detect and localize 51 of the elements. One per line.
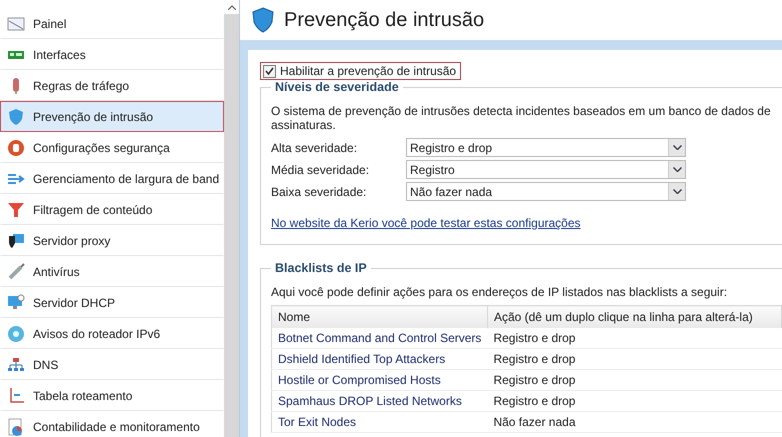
blacklist-name: Dshield Identified Top Attackers bbox=[272, 348, 488, 370]
network-icon bbox=[7, 356, 25, 374]
blacklist-name: Tor Exit Nodes bbox=[272, 412, 488, 432]
checkbox-label[interactable]: Habilitar a prevenção de intrusão bbox=[280, 64, 456, 78]
sidebar-item[interactable]: Antivírus bbox=[0, 256, 224, 287]
sidebar-item[interactable]: Filtragem de conteúdo bbox=[0, 194, 224, 225]
sidebar-item[interactable]: Interfaces bbox=[0, 39, 224, 70]
action-cell: Registro e drop bbox=[487, 390, 782, 412]
chart-icon bbox=[7, 14, 25, 32]
checkbox[interactable] bbox=[263, 64, 276, 78]
action-cell: Registro e drop bbox=[487, 348, 782, 370]
caret-icon[interactable] bbox=[672, 189, 682, 194]
circle-icon bbox=[7, 324, 25, 342]
checkmark-icon bbox=[265, 66, 274, 76]
description-text: O sistema de prevenção de intrusões detecta incidentes baseados em um banco de dados de assinaturas. bbox=[271, 104, 772, 132]
shield-icon bbox=[252, 7, 274, 33]
dropdown[interactable]: Não fazer nada bbox=[406, 182, 686, 201]
sidebar-item[interactable]: Prevenção de intrusão bbox=[0, 101, 224, 132]
shield-monitor-icon bbox=[7, 232, 25, 250]
page-title: Prevenção de intrusão bbox=[284, 8, 484, 32]
group-title: Blacklists de IP bbox=[274, 261, 368, 275]
dropdown[interactable]: Registro bbox=[406, 160, 686, 179]
description-text: Aqui você pode definir ações para os endereços de IP listados nas blacklists a seguir: bbox=[271, 285, 728, 299]
sidebar-item[interactable]: Avisos do roteador IPv6 bbox=[0, 318, 224, 349]
sidebar-item[interactable]: Painel bbox=[0, 8, 224, 39]
blacklist-name: Botnet Command and Control Servers bbox=[272, 328, 488, 348]
column-header[interactable]: Nome bbox=[272, 306, 488, 328]
dropdown[interactable]: Registro e drop bbox=[406, 138, 686, 157]
sidebar-item[interactable]: Gerenciamento de largura de band bbox=[0, 163, 224, 194]
field-label: Baixa severidade: bbox=[271, 184, 368, 198]
field-label: Média severidade: bbox=[271, 162, 370, 176]
group-title: Níveis de severidade bbox=[274, 80, 400, 94]
shield-icon bbox=[7, 108, 25, 126]
caret-icon[interactable] bbox=[672, 145, 682, 150]
pie-chart-icon bbox=[7, 418, 25, 436]
funnel-icon bbox=[7, 200, 25, 218]
blacklist-name: Spamhaus DROP Listed Networks bbox=[272, 390, 488, 412]
sidebar-item[interactable]: Servidor proxy bbox=[0, 225, 224, 256]
field-label: Alta severidade: bbox=[271, 140, 358, 154]
monitor-icon bbox=[7, 294, 25, 312]
column-header[interactable]: Ação (dê um duplo clique na linha para alterá-la) bbox=[487, 306, 782, 328]
website-link[interactable]: No website da Kerio você pode testar estas configurações bbox=[271, 216, 581, 230]
caret-icon[interactable] bbox=[672, 167, 682, 172]
scrollbar[interactable] bbox=[224, 0, 239, 437]
action-cell: Registro e drop bbox=[487, 328, 782, 348]
sidebar-item[interactable]: Configurações segurança bbox=[0, 132, 224, 163]
action-cell: Registro e drop bbox=[487, 370, 782, 390]
blacklist-name: Hostile or Compromised Hosts bbox=[272, 370, 488, 390]
action-cell: Não fazer nada bbox=[487, 412, 782, 432]
sidebar-item[interactable]: Servidor DHCP bbox=[0, 287, 224, 318]
sidebar-item[interactable]: DNS bbox=[0, 349, 224, 380]
